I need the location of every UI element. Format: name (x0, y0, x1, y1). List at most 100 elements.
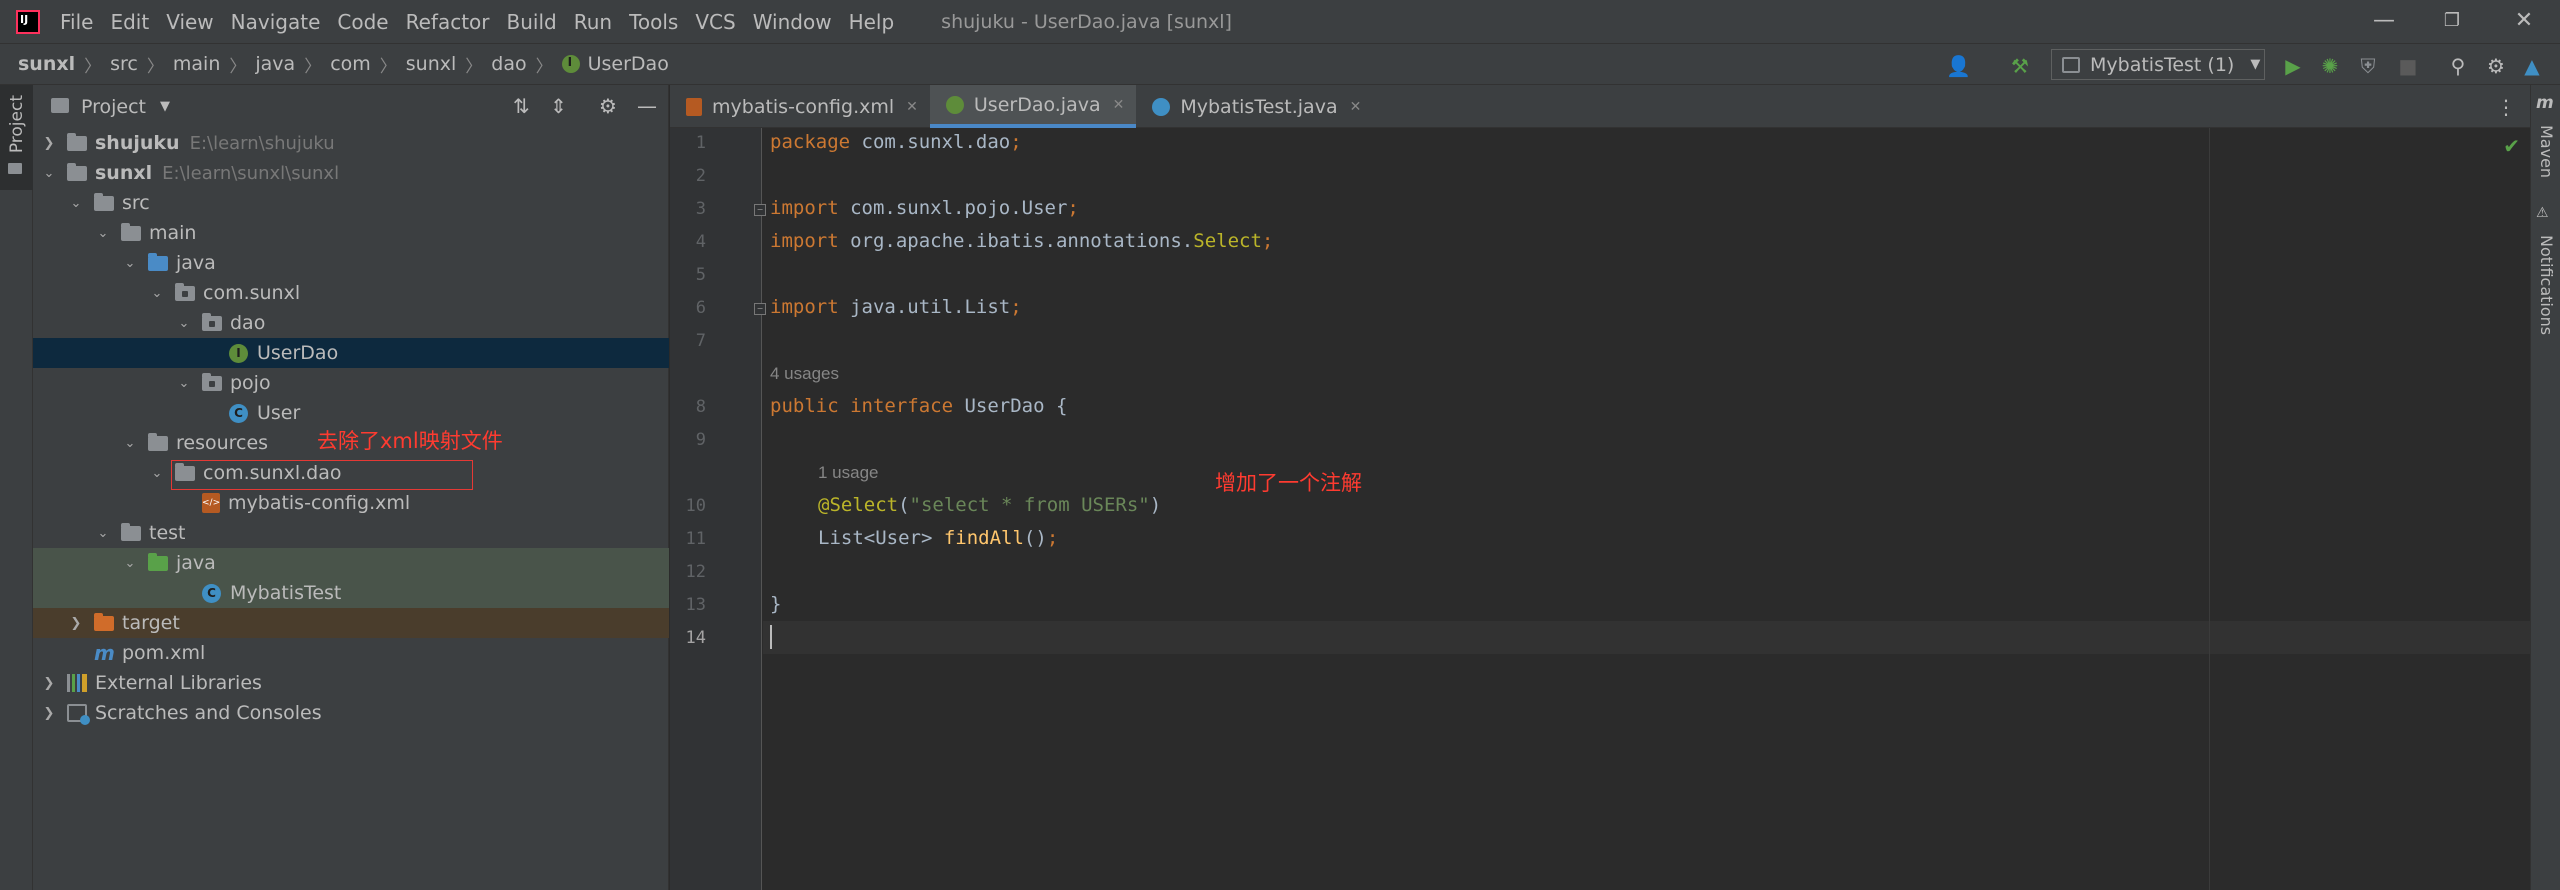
more-options-icon[interactable]: ⋮ (2496, 95, 2516, 119)
menu-vcs[interactable]: VCS (695, 10, 735, 34)
tree-node-mybatistest[interactable]: C MybatisTest (33, 578, 669, 608)
run-configuration-select[interactable]: MybatisTest (1) ▼ (2051, 49, 2265, 80)
coverage-icon[interactable]: ⛨ (2356, 54, 2380, 78)
minimize-icon[interactable]: — (2364, 6, 2404, 36)
tree-node-src[interactable]: ⌄ src (33, 188, 669, 218)
jetbrains-toolbox-icon[interactable]: ▲ (2520, 54, 2544, 78)
maven-icon[interactable]: m (2536, 93, 2554, 113)
current-line-highlight (763, 621, 2530, 654)
menu-edit[interactable]: Edit (110, 10, 149, 34)
tree-node-target[interactable]: ❯ target (33, 608, 669, 638)
chevron-down-icon[interactable]: ⌄ (122, 556, 138, 571)
tree-node-external-libraries[interactable]: ❯ External Libraries (33, 668, 669, 698)
breadcrumb-item[interactable]: java (255, 53, 295, 75)
left-tool-stripe: Project (0, 85, 33, 890)
tab-userdao[interactable]: UserDao.java ✕ (929, 85, 1137, 128)
chevron-down-icon[interactable]: ⌄ (95, 226, 111, 241)
breadcrumb-item[interactable]: main (173, 53, 220, 75)
highlight-box (171, 460, 473, 490)
code-editor[interactable]: 1 2 3 4 5 6 7 8 9 10 11 12 13 14 − − pac… (670, 128, 2530, 890)
restore-icon[interactable]: ❐ (2432, 6, 2472, 36)
tree-node-test[interactable]: ⌄ test (33, 518, 669, 548)
chevron-down-icon[interactable]: ▼ (160, 99, 170, 114)
project-view-title[interactable]: Project (81, 96, 146, 118)
chevron-down-icon[interactable]: ⌄ (176, 376, 192, 391)
chevron-down-icon[interactable]: ⌄ (41, 166, 57, 181)
tree-node-java[interactable]: ⌄ java (33, 248, 669, 278)
gear-icon[interactable]: ⚙ (599, 94, 617, 118)
breadcrumb-item[interactable]: sunxl (406, 53, 457, 75)
tree-node-shujuku[interactable]: ❯ shujuku E:\learn\shujuku (33, 128, 669, 158)
fold-icon[interactable]: − (754, 204, 766, 216)
tree-node-pojo[interactable]: ⌄ pojo (33, 368, 669, 398)
breadcrumb-item[interactable]: UserDao (588, 53, 669, 75)
collapse-all-icon[interactable]: ⇕ (550, 94, 567, 118)
stop-icon[interactable]: ■ (2396, 54, 2420, 78)
chevron-down-icon[interactable]: ⌄ (68, 196, 84, 211)
chevron-down-icon[interactable]: ⌄ (149, 466, 165, 481)
chevron-down-icon[interactable]: ⌄ (176, 316, 192, 331)
close-icon[interactable]: ✕ (1113, 97, 1125, 113)
tree-node-label: com.sunxl (203, 282, 301, 304)
usage-hint[interactable]: 4 usages (770, 364, 839, 384)
tree-node-scratches[interactable]: ❯ Scratches and Consoles (33, 698, 669, 728)
tree-node-pom[interactable]: m pom.xml (33, 638, 669, 668)
locate-file-icon[interactable]: ⇅ (513, 94, 530, 118)
tree-node-com-sunxl[interactable]: ⌄ com.sunxl (33, 278, 669, 308)
tree-node-main[interactable]: ⌄ main (33, 218, 669, 248)
close-icon[interactable]: ✕ (1350, 99, 1362, 115)
notifications-bell-icon[interactable]: ⚠ (2536, 205, 2549, 221)
breadcrumb-item[interactable]: dao (491, 53, 526, 75)
chevron-down-icon[interactable]: ⌄ (95, 526, 111, 541)
chevron-down-icon[interactable]: ⌄ (122, 256, 138, 271)
chevron-right-icon[interactable]: ❯ (41, 676, 57, 691)
line-number: 3 (695, 199, 706, 219)
settings-gear-icon[interactable]: ⚙ (2484, 54, 2508, 78)
close-icon[interactable]: ✕ (906, 99, 918, 115)
menu-view[interactable]: View (166, 10, 213, 34)
tree-node-user[interactable]: C User (33, 398, 669, 428)
chevron-right-icon[interactable]: ❯ (68, 616, 84, 631)
fold-icon[interactable]: − (754, 303, 766, 315)
menu-help[interactable]: Help (849, 10, 895, 34)
menu-code[interactable]: Code (337, 10, 388, 34)
hide-panel-icon[interactable]: — (637, 94, 657, 118)
debug-icon[interactable]: ✺ (2318, 54, 2342, 78)
menu-refactor[interactable]: Refactor (406, 10, 490, 34)
notifications-tool-label[interactable]: Notifications (2537, 235, 2556, 335)
maven-tool-label[interactable]: Maven (2537, 125, 2556, 178)
menu-file[interactable]: File (60, 10, 93, 34)
breadcrumb-item[interactable]: sunxl (18, 53, 75, 75)
chevron-right-icon[interactable]: ❯ (41, 136, 57, 151)
user-account-icon[interactable]: 👤 (1946, 54, 1971, 78)
menu-tools[interactable]: Tools (629, 10, 678, 34)
search-icon[interactable]: ⚲ (2446, 54, 2470, 78)
inspection-ok-icon[interactable]: ✔ (2503, 134, 2520, 158)
tree-node-label: Scratches and Consoles (95, 702, 322, 724)
chevron-down-icon[interactable]: ⌄ (149, 286, 165, 301)
code-line-6: import java.util.List; (770, 296, 1022, 318)
run-config-label: MybatisTest (1) (2090, 53, 2235, 76)
tree-node-test-java[interactable]: ⌄ java (33, 548, 669, 578)
chevron-down-icon: ▼ (2250, 57, 2261, 72)
chevron-right-icon[interactable]: ❯ (41, 706, 57, 721)
tree-node-dao[interactable]: ⌄ dao (33, 308, 669, 338)
project-tool-button[interactable]: Project (0, 85, 33, 190)
tab-mybatis-config[interactable]: mybatis-config.xml ✕ (670, 85, 930, 128)
tree-node-mybatis-config[interactable]: </> mybatis-config.xml (33, 488, 669, 518)
usage-hint[interactable]: 1 usage (818, 463, 879, 483)
menu-build[interactable]: Build (507, 10, 557, 34)
build-hammer-icon[interactable]: ⚒ (2008, 54, 2032, 78)
close-icon[interactable]: ✕ (2504, 6, 2544, 36)
tab-mybatistest[interactable]: MybatisTest.java ✕ (1136, 85, 1373, 128)
menu-window[interactable]: Window (753, 10, 832, 34)
breadcrumb-item[interactable]: com (330, 53, 371, 75)
run-icon[interactable]: ▶ (2281, 54, 2305, 78)
breadcrumb-item[interactable]: src (110, 53, 138, 75)
tree-node-userdao[interactable]: I UserDao (33, 338, 669, 368)
chevron-down-icon[interactable]: ⌄ (122, 436, 138, 451)
tree-node-sunxl[interactable]: ⌄ sunxl E:\learn\sunxl\sunxl (33, 158, 669, 188)
folder-icon (8, 163, 22, 174)
menu-run[interactable]: Run (574, 10, 612, 34)
menu-navigate[interactable]: Navigate (231, 10, 321, 34)
